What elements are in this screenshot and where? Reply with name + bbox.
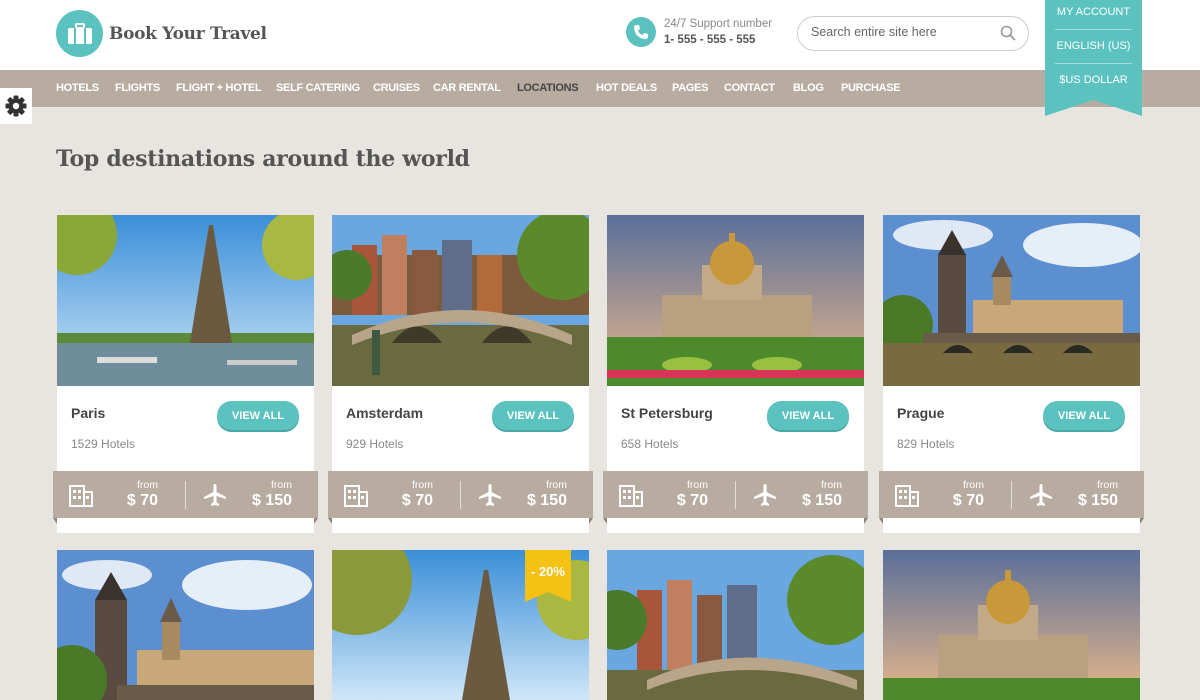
airplane-icon [204,484,226,506]
from-label: from [821,479,842,491]
city-name: Amsterdam [346,405,424,421]
view-all-button[interactable]: VIEW ALL [767,401,849,430]
destination-card [607,550,864,700]
nav-contact[interactable]: CONTACT [724,82,775,94]
destination-card: St Petersburg 658 Hotels VIEW ALL from $… [603,215,868,533]
price-bar: from $ 70 from $ 150 [603,471,868,518]
price-bar: from $ 70 from $ 150 [53,471,318,518]
hotel-price: $ 70 [952,492,984,509]
from-label: from [271,479,292,491]
paris-photo[interactable] [57,215,314,386]
logo-text: Book Your Travel [109,23,267,44]
hotel-price: $ 70 [676,492,708,509]
hotel-price: $ 70 [126,492,158,509]
settings-toggle[interactable] [0,88,32,124]
view-all-button[interactable]: VIEW ALL [1043,401,1125,430]
flight-price: $ 150 [801,492,842,509]
amsterdam-photo[interactable] [332,215,589,386]
from-label: from [687,479,708,491]
discount-label: - 20% [531,564,565,579]
price-bar: from $ 70 from $ 150 [879,471,1144,518]
from-label: from [137,479,158,491]
language-selector[interactable]: ENGLISH (US) [1045,40,1142,52]
destination-card: Paris 1529 Hotels VIEW ALL from $ 70 fro… [53,215,318,533]
building-icon [619,485,643,507]
from-label: from [963,479,984,491]
hotel-count: 929 Hotels [346,437,404,451]
search-input[interactable] [811,25,991,39]
my-account-link[interactable]: MY ACCOUNT [1045,6,1142,18]
nav-locations[interactable]: LOCATIONS [517,82,579,94]
flight-price: $ 150 [526,492,567,509]
from-label: from [412,479,433,491]
search-box [797,16,1029,51]
building-icon [69,485,93,507]
support-number: 1- 555 - 555 - 555 [664,34,756,46]
destination-card [57,550,314,700]
hotel-count: 829 Hotels [897,437,955,451]
nav-flights[interactable]: FLIGHTS [115,82,160,94]
city-name: Prague [897,405,945,421]
destination-card: - 20% [332,550,589,700]
discount-badge: - 20% [525,550,571,602]
gear-icon [5,95,27,117]
account-ribbon: MY ACCOUNT ENGLISH (US) $US DOLLAR [1045,0,1142,116]
st-petersburg-photo[interactable] [607,215,864,386]
building-icon [344,485,368,507]
destination-card: Prague 829 Hotels VIEW ALL from $ 70 fro… [879,215,1144,533]
prague-photo[interactable] [883,215,1140,386]
hotel-price: $ 70 [401,492,433,509]
from-label: from [1097,479,1118,491]
nav-self-catering[interactable]: SELF CATERING [276,82,360,94]
st-petersburg-photo[interactable] [883,550,1140,700]
price-bar: from $ 70 from $ 150 [328,471,593,518]
page-title: Top destinations around the world [56,146,470,172]
view-all-button[interactable]: VIEW ALL [492,401,574,430]
nav-cruises[interactable]: CRUISES [373,82,420,94]
city-name: Paris [71,405,106,421]
support-info: 24/7 Support number 1- 555 - 555 - 555 [626,16,772,48]
nav-hot-deals[interactable]: HOT DEALS [596,82,657,94]
logo[interactable]: Book Your Travel [56,10,267,57]
nav-pages[interactable]: PAGES [672,82,709,94]
from-label: from [546,479,567,491]
destination-card [883,550,1140,700]
nav-purchase[interactable]: PURCHASE [841,82,901,94]
airplane-icon [1030,484,1052,506]
phone-icon [626,17,656,47]
destination-card: Amsterdam 929 Hotels VIEW ALL from $ 70 … [328,215,593,533]
hotel-count: 658 Hotels [621,437,679,451]
nav-hotels[interactable]: HOTELS [56,82,99,94]
flight-price: $ 150 [1077,492,1118,509]
nav-flight-hotel[interactable]: FLIGHT + HOTEL [176,82,262,94]
city-name: St Petersburg [621,405,713,421]
suitcase-icon [56,10,103,57]
airplane-icon [754,484,776,506]
building-icon [895,485,919,507]
currency-selector[interactable]: $US DOLLAR [1045,74,1142,86]
hotel-count: 1529 Hotels [71,437,136,451]
amsterdam-photo[interactable] [607,550,864,700]
view-all-button[interactable]: VIEW ALL [217,401,299,430]
search-icon[interactable] [1000,25,1016,41]
support-label: 24/7 Support number [664,18,773,30]
site-header: Book Your Travel 24/7 Support number 1- … [0,0,1200,70]
main-nav: HOTELS FLIGHTS FLIGHT + HOTEL SELF CATER… [0,70,1200,107]
prague-photo[interactable] [57,550,314,700]
nav-blog[interactable]: BLOG [793,82,824,94]
airplane-icon [479,484,501,506]
nav-car-rental[interactable]: CAR RENTAL [433,82,501,94]
flight-price: $ 150 [251,492,292,509]
